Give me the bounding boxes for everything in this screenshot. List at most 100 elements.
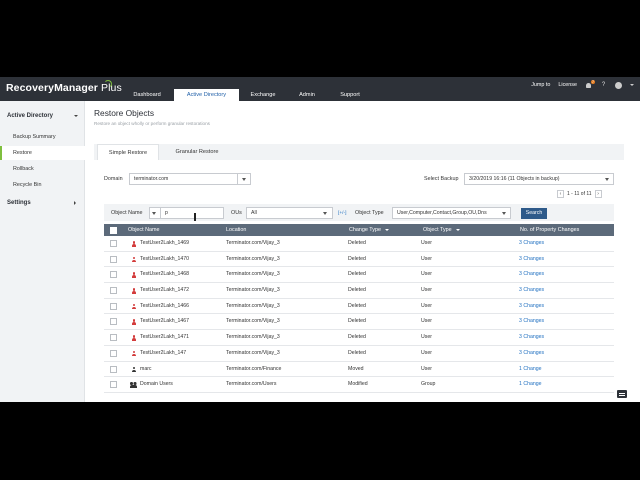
- col-object-type[interactable]: Object Type: [423, 224, 460, 236]
- sidebar-section-settings[interactable]: Settings: [7, 200, 31, 206]
- table-row[interactable]: TestUser2Lakh_147 Terminator.com/Vijay_3 D…: [104, 345, 614, 362]
- row-checkbox[interactable]: [110, 271, 117, 279]
- cell-property-changes-link[interactable]: 3 Changes: [519, 283, 544, 298]
- sidebar-section-active-directory[interactable]: Active Directory: [7, 113, 53, 119]
- table-row[interactable]: TestUser2Lakh_1470 Terminator.com/Vijay_3…: [104, 251, 614, 268]
- sidebar-item-restore[interactable]: Restore: [0, 146, 85, 160]
- cell-property-changes-link[interactable]: 3 Changes: [519, 252, 544, 267]
- table-row[interactable]: Domain Users Terminator.com/Users Modified…: [104, 377, 614, 393]
- cell-location: Terminator.com/Vijay_3: [226, 240, 280, 246]
- cell-property-changes-link[interactable]: 1 Change: [519, 362, 542, 377]
- col-object-type-label: Object Type: [423, 227, 452, 233]
- nav-tab-dashboard[interactable]: Dashboard: [124, 89, 170, 101]
- user-menu-caret-icon[interactable]: [630, 84, 634, 86]
- table-row[interactable]: TestUser2Lakh_1471 Terminator.com/Vijay_3…: [104, 330, 614, 346]
- object-name-input[interactable]: p: [160, 207, 224, 219]
- filter-caret-icon[interactable]: [384, 228, 389, 231]
- table-row[interactable]: TestUser2Lakh_1468 Terminator.com/Vijay_3…: [104, 267, 614, 284]
- col-location[interactable]: Location: [226, 224, 246, 236]
- license-link[interactable]: License: [558, 82, 577, 88]
- sidebar-item-backup-summary[interactable]: Backup Summary: [0, 130, 85, 144]
- nav-tab-exchange[interactable]: Exchange: [242, 89, 284, 101]
- next-page-button[interactable]: ›: [594, 190, 602, 198]
- chevron-down-icon[interactable]: [74, 115, 78, 117]
- object-type-value: User,Computer,Contact,Group,OU,Dns: [397, 210, 487, 216]
- prev-page-button[interactable]: ‹: [557, 190, 564, 198]
- cell-object-type: User: [421, 334, 432, 341]
- row-checkbox[interactable]: [110, 255, 117, 263]
- object-name-label: Object Name: [111, 210, 143, 216]
- cell-property-changes-link[interactable]: 1 Change: [519, 377, 542, 392]
- select-separator: [237, 174, 238, 184]
- table-header: Object Name Location Change Type Object …: [104, 224, 614, 236]
- cell-property-changes-link[interactable]: 3 Changes: [519, 314, 544, 329]
- cell-object-type: User: [421, 255, 432, 262]
- user-avatar-icon[interactable]: [615, 81, 622, 89]
- chevron-down-icon: [605, 178, 609, 181]
- cell-property-changes-link[interactable]: 3 Changes: [519, 299, 544, 314]
- row-checkbox[interactable]: [110, 287, 117, 295]
- page-subtitle: Restore an object wholly or perform gran…: [94, 121, 210, 126]
- search-button[interactable]: Search: [521, 208, 547, 219]
- select-backup-dropdown[interactable]: 3/20/2019 16:16 (11 Objects in backup): [464, 173, 614, 185]
- top-right-toolbar: Jump to License 7 ?: [531, 79, 634, 90]
- table-row[interactable]: TestUser2Lakh_1467 Terminator.com/Vijay_3…: [104, 314, 614, 331]
- filter-caret-icon[interactable]: [455, 228, 460, 231]
- cell-location: Terminator.com/Vijay_3: [226, 287, 280, 294]
- row-checkbox[interactable]: [110, 302, 117, 310]
- sidebar-item-rollback[interactable]: Rollback: [0, 162, 85, 176]
- row-checkbox[interactable]: [110, 349, 117, 357]
- cell-property-changes-link[interactable]: 3 Changes: [519, 236, 544, 251]
- domain-label: Domain: [104, 176, 123, 182]
- table-row[interactable]: marc Terminator.com/Finance Moved User 1 Cha…: [104, 361, 614, 378]
- table-row[interactable]: TestUser2Lakh_1472 Terminator.com/Vijay_3…: [104, 283, 614, 299]
- domain-select[interactable]: terminator.com: [129, 173, 251, 185]
- sidebar-item-recycle-bin[interactable]: Recycle Bin: [0, 178, 85, 192]
- table-body: TestUser2Lakh_1469 Terminator.com/Vijay_3…: [104, 236, 614, 393]
- tab-simple-restore[interactable]: Simple Restore: [97, 144, 159, 160]
- ous-select[interactable]: All: [246, 207, 333, 219]
- row-checkbox[interactable]: [110, 365, 117, 373]
- sidebar: Active Directory Backup Summary Restore …: [0, 101, 85, 402]
- cell-object-type: User: [421, 271, 432, 278]
- nav-tab-support[interactable]: Support: [330, 89, 370, 101]
- select-backup-label: Select Backup: [424, 176, 459, 182]
- notification-bell-icon[interactable]: 7: [585, 79, 595, 89]
- select-all-checkbox[interactable]: [110, 226, 117, 234]
- col-property-changes[interactable]: No. of Property Changes: [520, 224, 579, 236]
- nav-tab-active-directory[interactable]: Active Directory: [174, 89, 239, 101]
- chat-icon[interactable]: [617, 390, 627, 398]
- cell-object-type: User: [421, 302, 432, 309]
- table-row[interactable]: TestUser2Lakh_1469 Terminator.com/Vijay_3…: [104, 236, 614, 252]
- cell-property-changes-link[interactable]: 3 Changes: [519, 267, 544, 282]
- row-checkbox[interactable]: [110, 381, 117, 389]
- object-type-select[interactable]: User,Computer,Contact,Group,OU,Dns: [392, 207, 511, 219]
- table-row[interactable]: TestUser2Lakh_1466 Terminator.com/Vijay_3…: [104, 298, 614, 315]
- row-checkbox[interactable]: [110, 334, 117, 342]
- row-checkbox[interactable]: [110, 240, 117, 247]
- nav-tab-admin[interactable]: Admin: [288, 89, 326, 101]
- deleted-user-icon: [131, 350, 136, 357]
- cell-property-changes-link[interactable]: 3 Changes: [519, 346, 544, 361]
- help-icon[interactable]: ?: [600, 82, 607, 89]
- cell-object-name: TestUser2Lakh_1472: [140, 287, 190, 294]
- cell-object-type: User: [421, 349, 432, 356]
- cell-object-type: User: [421, 365, 432, 372]
- tab-granular-restore[interactable]: Granular Restore: [166, 144, 228, 160]
- cell-location: Terminator.com/Vijay_3: [226, 334, 280, 341]
- cell-object-type: Group: [421, 381, 436, 388]
- col-object-name[interactable]: Object Name: [128, 224, 159, 236]
- cell-property-changes-link[interactable]: 3 Changes: [519, 330, 544, 345]
- cell-change-type: Moved: [348, 365, 364, 372]
- jump-to-link[interactable]: Jump to: [531, 82, 550, 88]
- expand-collapse-ous-link[interactable]: [+/-]: [338, 211, 346, 216]
- row-checkbox[interactable]: [110, 318, 117, 326]
- notification-badge: 7: [591, 79, 595, 84]
- cell-location: Terminator.com/Vijay_3: [226, 255, 280, 262]
- page-title: Restore Objects: [94, 108, 155, 118]
- cell-location: Terminator.com/Vijay_3: [226, 271, 280, 278]
- col-change-type[interactable]: Change Type: [349, 224, 389, 236]
- cell-object-name: marc: [140, 365, 152, 372]
- chevron-right-icon[interactable]: [74, 201, 76, 205]
- cell-change-type: Deleted: [348, 271, 366, 278]
